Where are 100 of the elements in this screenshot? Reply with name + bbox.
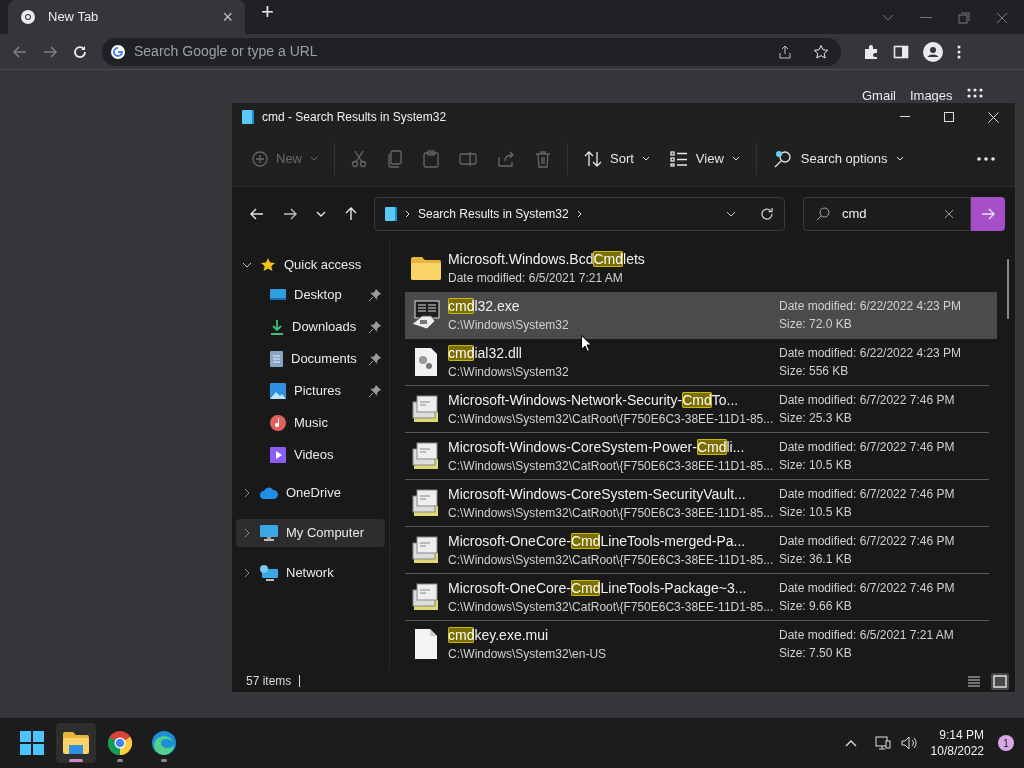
nav-item[interactable]: Documents (236, 343, 385, 375)
file-size: Size: 25.3 KB (779, 410, 853, 427)
back-icon[interactable] (12, 43, 28, 60)
chrome-logo-icon (108, 731, 132, 755)
search-results-icon (385, 207, 397, 221)
tab-search-icon[interactable] (882, 14, 894, 22)
caret-icon (895, 156, 904, 161)
file-size: Size: 10.5 KB (779, 457, 853, 474)
page-link[interactable]: Gmail (862, 86, 896, 106)
puzzle-icon[interactable] (863, 43, 879, 60)
nav-item[interactable]: Network (236, 559, 385, 587)
date-modified: Date modified: 6/7/2022 7:46 PM (779, 392, 955, 409)
item-count: 57 items (246, 673, 292, 690)
file-row[interactable]: Microsoft-Windows-CoreSystem-SecurityVault... C:\Windows\System32\CatRoot\{F750E6C3-38EE-11D1-85... Date modified: 6/7/2022 7:46 PM Size: 10.5 KB (405, 480, 989, 527)
view-button[interactable]: View (659, 141, 750, 176)
file-name: cmdkey.exe.mui (448, 625, 550, 645)
network-icon[interactable] (874, 735, 891, 751)
nav-item[interactable]: Pictures (236, 375, 385, 407)
nav-item[interactable]: Desktop (236, 279, 385, 311)
refresh-icon[interactable] (760, 207, 774, 221)
new-tab-button[interactable]: + (261, 0, 274, 28)
telephone-icon (411, 300, 441, 330)
date-modified: Date modified: 6/7/2022 7:46 PM (779, 439, 955, 456)
chevron-up-icon[interactable] (844, 739, 857, 747)
file-size: Size: 72.0 KB (779, 316, 853, 333)
sort-button[interactable]: Sort (574, 141, 660, 176)
sort-icon (584, 150, 602, 167)
date-modified: Date modified: 6/7/2022 7:46 PM (779, 486, 955, 503)
star-icon (260, 257, 276, 273)
profile-icon[interactable] (923, 41, 943, 62)
desktop-icon (270, 288, 286, 302)
file-row[interactable]: cmdl32.exe C:\Windows\System32 Date modified: 6/22/2022 4:23 PM Size: 72.0 KB (405, 292, 997, 339)
catalog-stack-icon (412, 535, 440, 565)
browser-tab[interactable]: New Tab × (8, 0, 245, 34)
nav-item[interactable]: OneDrive (236, 479, 385, 507)
file-row[interactable]: Microsoft-OneCore-CmdLineTools-Package~3... C:\Windows\System32\CatRoot\{F750E6C3-38EE-11D1-85... Date modified: 6/7/2022 7:46 PM Size: 9.66 KB (405, 574, 989, 621)
nav-item[interactable]: Music (236, 407, 385, 439)
address-bar[interactable]: Search Google or type a URL (102, 37, 841, 66)
side-panel-icon[interactable] (893, 43, 909, 60)
file-row[interactable]: Microsoft.Windows.BcdCmdlets Date modified: 6/5/2021 7:21 AM (405, 245, 989, 292)
file-row[interactable]: Microsoft-Windows-CoreSystem-Power-Cmdli... C:\Windows\System32\CatRoot\{F750E6C3-38EE-11D1-85... Date modified: 6/7/2022 7:46 PM Size: 10.5 KB (405, 433, 989, 480)
clock-time: 9:14 PM (939, 727, 984, 743)
network-icon (260, 565, 278, 581)
notification-badge[interactable]: 1 (998, 735, 1014, 751)
file-name: Microsoft.Windows.BcdCmdlets (448, 249, 646, 269)
file-size: Size: 7.50 KB (779, 645, 853, 662)
close-tab-button[interactable]: × (222, 3, 233, 31)
file-row[interactable]: cmdial32.dll C:\Windows\System32 Date modified: 6/22/2022 4:23 PM Size: 556 KB (405, 339, 989, 386)
menu-icon[interactable] (957, 44, 961, 59)
nav-item[interactable]: My Computer (236, 519, 385, 547)
file-subtitle: C:\Windows\System32 (448, 316, 570, 334)
file-name: cmdial32.dll (448, 343, 523, 363)
file-subtitle: C:\Windows\System32\CatRoot\{F750E6C3-38EE-11D1-85... (448, 504, 775, 522)
bookmark-star-icon[interactable] (813, 43, 829, 60)
file-subtitle: C:\Windows\System32\CatRoot\{F750E6C3-38EE-11D1-85... (448, 598, 775, 616)
chevron-down-icon[interactable] (242, 262, 252, 268)
page-link[interactable]: Images (909, 86, 953, 106)
chevron-right-icon[interactable] (244, 488, 250, 498)
tiles-view-button[interactable] (991, 672, 1009, 690)
breadcrumb-item[interactable]: Search Results in System32 (418, 205, 569, 223)
monitor-icon (260, 525, 278, 541)
windows-logo-icon (20, 731, 44, 755)
file-row[interactable]: Microsoft-OneCore-CmdLineTools-merged-Pa... C:\Windows\System32\CatRoot\{F750E6C3-38EE-11D1-85... Date modified: 6/7/2022 7:46 PM Size: 36.1 KB (405, 527, 989, 574)
speaker-icon[interactable] (900, 735, 917, 751)
search-icon (816, 207, 830, 221)
pin-icon (369, 353, 381, 365)
nav-item[interactable]: Downloads (236, 311, 385, 343)
search-field[interactable]: cmd (803, 197, 971, 231)
minimize-icon[interactable] (900, 116, 910, 118)
file-subtitle: C:\Windows\System32\en-US (448, 645, 608, 663)
nav-item[interactable]: Videos (236, 439, 385, 471)
window-title: cmd - Search Results in System32 (262, 109, 447, 126)
catalog-stack-icon (412, 582, 440, 612)
forward-icon[interactable] (42, 43, 58, 60)
address-bar[interactable]: Search Results in System32 (374, 197, 785, 231)
file-row[interactable]: Microsoft-Windows-Network-Security-CmdTo... C:\Windows\System32\CatRoot\{F750E6C3-38EE-11D1-85... Date modified: 6/7/2022 7:46 PM Size: 25.3 KB (405, 386, 989, 433)
taskbar-app-button[interactable] (56, 723, 96, 763)
share-icon[interactable] (777, 43, 793, 60)
cloud-icon (260, 487, 278, 499)
file-row[interactable]: cmdkey.exe.mui C:\Windows\System32\en-US Date modified: 6/5/2021 7:21 AM Size: 7.50 KB (405, 621, 989, 668)
scrollbar-thumb[interactable] (1007, 259, 1009, 319)
download-icon (270, 319, 284, 335)
clear-icon[interactable] (944, 209, 954, 219)
nav-item[interactable]: Quick access (236, 251, 385, 279)
file-name: Microsoft-Windows-Network-Security-CmdTo... (448, 390, 740, 410)
search-go-button[interactable] (971, 197, 1005, 231)
arrow-right-icon (981, 208, 995, 220)
maximize-icon[interactable] (944, 112, 954, 122)
mouse-cursor-icon (581, 335, 592, 352)
search-options-button[interactable]: Search options (762, 141, 914, 176)
dropdown-icon[interactable] (726, 211, 736, 217)
search-results-icon (242, 110, 254, 124)
restore-icon[interactable] (958, 12, 970, 24)
catalog-stack-icon (412, 441, 440, 471)
chevron-right-icon[interactable] (244, 568, 250, 578)
reload-icon[interactable] (72, 43, 88, 60)
file-subtitle: C:\Windows\System32\CatRoot\{F750E6C3-38EE-11D1-85... (448, 410, 775, 428)
rename-icon (459, 150, 477, 167)
file-name: Microsoft-OneCore-CmdLineTools-merged-Pa... (448, 531, 747, 551)
file-size: Size: 10.5 KB (779, 504, 853, 521)
